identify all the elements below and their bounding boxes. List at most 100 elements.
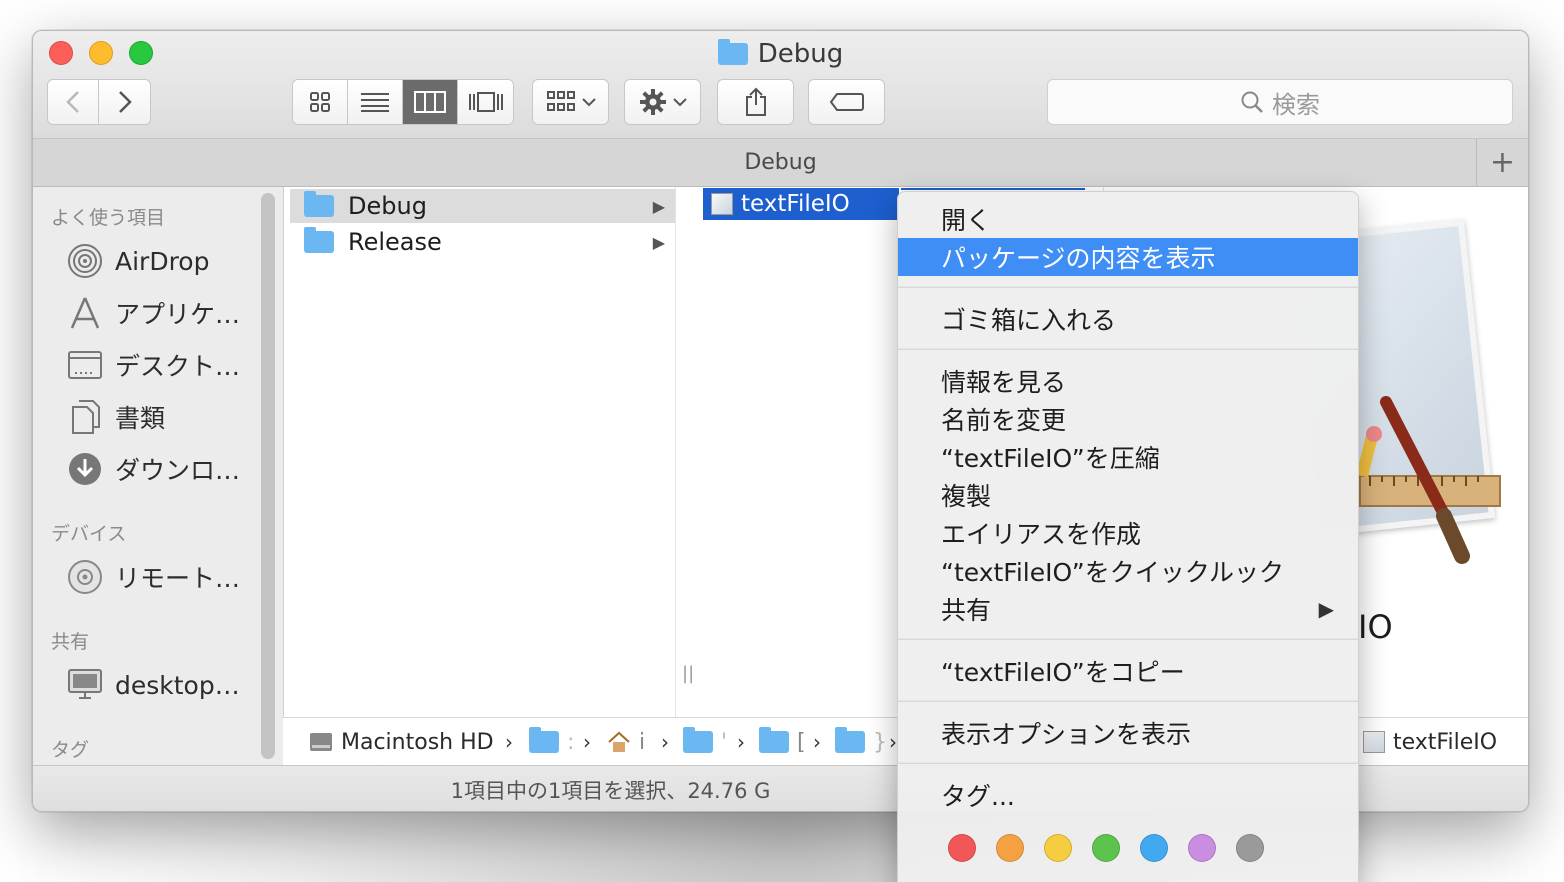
cover-flow-button[interactable] <box>458 80 513 124</box>
home-icon <box>608 731 630 752</box>
menu-item-label: “textFileIO”をクイックルック <box>941 558 1284 587</box>
folder-icon <box>717 39 748 65</box>
sidebar-item-label: 書類 <box>115 404 166 433</box>
chevron-right-icon <box>118 91 132 113</box>
tag-color-orange[interactable] <box>996 834 1024 862</box>
search-input[interactable]: 検索 <box>1047 79 1513 125</box>
menu-item-label: 情報を見る <box>941 368 1067 397</box>
list-item-label: textFileIO <box>741 191 850 217</box>
menu-item-label: “textFileIO”を圧縮 <box>941 444 1160 473</box>
column-view-button[interactable] <box>403 80 458 124</box>
column-1: Debug ▶ Release ▶ <box>290 187 676 717</box>
path-item-macintosh-hd[interactable]: Macintosh HD <box>309 718 494 766</box>
menu-item-duplicate[interactable]: 複製 <box>898 476 1358 514</box>
list-item-release[interactable]: Release ▶ <box>290 225 675 259</box>
arrange-button[interactable] <box>532 79 609 125</box>
arrange-grid-icon <box>546 91 575 111</box>
menu-separator <box>898 638 1358 640</box>
menu-item-label: “textFileIO”をコピー <box>941 658 1185 687</box>
list-item-label: Debug <box>348 192 427 220</box>
menu-item-get-info[interactable]: 情報を見る <box>898 362 1358 400</box>
tag-color-purple[interactable] <box>1188 834 1216 862</box>
list-item-debug[interactable]: Debug ▶ <box>290 189 675 223</box>
app-icon <box>711 193 733 215</box>
menu-item-rename[interactable]: 名前を変更 <box>898 400 1358 438</box>
icon-view-icon <box>310 92 330 112</box>
path-item-folder-1[interactable]: [ <box>759 718 806 766</box>
disclosure-arrow-icon: ▶ <box>652 196 665 216</box>
path-item-folder-2[interactable]: } <box>835 718 887 766</box>
menu-item-label: ゴミ箱に入れる <box>941 306 1117 335</box>
window-title-text: Debug <box>757 39 844 69</box>
context-menu: 開く パッケージの内容を表示 ゴミ箱に入れる 情報を見る 名前を変更 “text… <box>897 191 1359 882</box>
menu-item-label: タグ... <box>941 782 1015 811</box>
hard-drive-icon <box>310 733 332 751</box>
share-button[interactable] <box>717 79 794 125</box>
path-item-users[interactable]: : <box>529 718 574 766</box>
sidebar-item-documents[interactable]: 書類 <box>67 397 165 437</box>
list-item-textfileio[interactable]: textFileIO <box>703 188 1085 220</box>
sidebar: よく使う項目 AirDrop アプリケ… デスクト… 書類 ダウンロ… デバイス… <box>33 187 283 765</box>
sidebar-item-desktop-computer[interactable]: desktop… <box>67 665 240 705</box>
status-text: 1項目中の1項目を選択、24.76 G <box>450 778 771 803</box>
menu-separator <box>898 762 1358 764</box>
applications-icon <box>67 295 103 331</box>
path-separator: › <box>661 730 669 754</box>
sidebar-item-downloads[interactable]: ダウンロ… <box>67 449 240 489</box>
path-item-label: } <box>873 729 887 755</box>
documents-icon <box>67 399 103 435</box>
path-item-home[interactable]: i <box>607 718 645 766</box>
tag-color-green[interactable] <box>1092 834 1120 862</box>
menu-separator <box>898 286 1358 288</box>
gear-icon <box>639 89 666 115</box>
list-view-icon <box>361 93 389 112</box>
sidebar-item-airdrop[interactable]: AirDrop <box>67 241 209 281</box>
tag-color-red[interactable] <box>948 834 976 862</box>
view-mode-group <box>292 79 514 125</box>
titlebar: Debug 検索 <box>33 31 1528 139</box>
user-folder-icon <box>529 727 559 753</box>
menu-item-show-package-contents[interactable]: パッケージの内容を表示 <box>898 238 1358 276</box>
menu-item-tags[interactable]: タグ... <box>898 776 1358 814</box>
disclosure-arrow-icon: ▶ <box>652 232 665 252</box>
menu-item-label: 複製 <box>941 482 992 511</box>
forward-button[interactable] <box>99 80 150 124</box>
menu-item-make-alias[interactable]: エイリアスを作成 <box>898 514 1358 552</box>
sidebar-item-desktop[interactable]: デスクト… <box>67 345 240 385</box>
menu-item-quick-look[interactable]: “textFileIO”をクイックルック <box>898 552 1358 590</box>
action-button[interactable] <box>624 79 701 125</box>
tag-color-blue[interactable] <box>1140 834 1168 862</box>
menu-item-show-view-options[interactable]: 表示オプションを表示 <box>898 714 1358 752</box>
menu-item-move-to-trash[interactable]: ゴミ箱に入れる <box>898 300 1358 338</box>
sidebar-item-remote-disc[interactable]: リモート… <box>67 557 240 597</box>
tag-icon <box>829 93 864 111</box>
sidebar-item-applications[interactable]: アプリケ… <box>67 293 240 333</box>
menu-item-label: パッケージの内容を表示 <box>941 244 1216 273</box>
chevron-left-icon <box>66 91 79 113</box>
sidebar-scrollbar[interactable] <box>261 193 275 759</box>
path-item-textfileio[interactable]: textFileIO <box>1363 718 1497 766</box>
downloads-icon <box>67 451 103 487</box>
list-view-button[interactable] <box>348 80 403 124</box>
menu-item-open[interactable]: 開く <box>898 200 1358 238</box>
chevron-down-icon <box>672 98 687 107</box>
icon-view-button[interactable] <box>293 80 348 124</box>
tab-debug[interactable]: Debug <box>744 150 816 175</box>
menu-item-label: 表示オプションを表示 <box>941 720 1192 749</box>
plus-icon: + <box>1489 145 1516 180</box>
menu-item-share[interactable]: 共有 ▶ <box>898 590 1358 628</box>
tag-color-gray[interactable] <box>1236 834 1264 862</box>
tags-header: タグ <box>51 739 90 761</box>
window-title: Debug <box>33 39 1528 69</box>
tag-color-yellow[interactable] <box>1044 834 1072 862</box>
new-tab-button[interactable]: + <box>1476 139 1528 186</box>
submenu-arrow-icon: ▶ <box>1318 597 1334 621</box>
path-separator: › <box>737 730 745 754</box>
path-separator: › <box>889 730 897 754</box>
tags-button[interactable] <box>808 79 885 125</box>
path-item-library[interactable]: ' <box>683 718 727 766</box>
path-item-label: textFileIO <box>1393 729 1498 755</box>
menu-item-copy[interactable]: “textFileIO”をコピー <box>898 652 1358 690</box>
back-button[interactable] <box>48 80 100 124</box>
menu-item-compress[interactable]: “textFileIO”を圧縮 <box>898 438 1358 476</box>
